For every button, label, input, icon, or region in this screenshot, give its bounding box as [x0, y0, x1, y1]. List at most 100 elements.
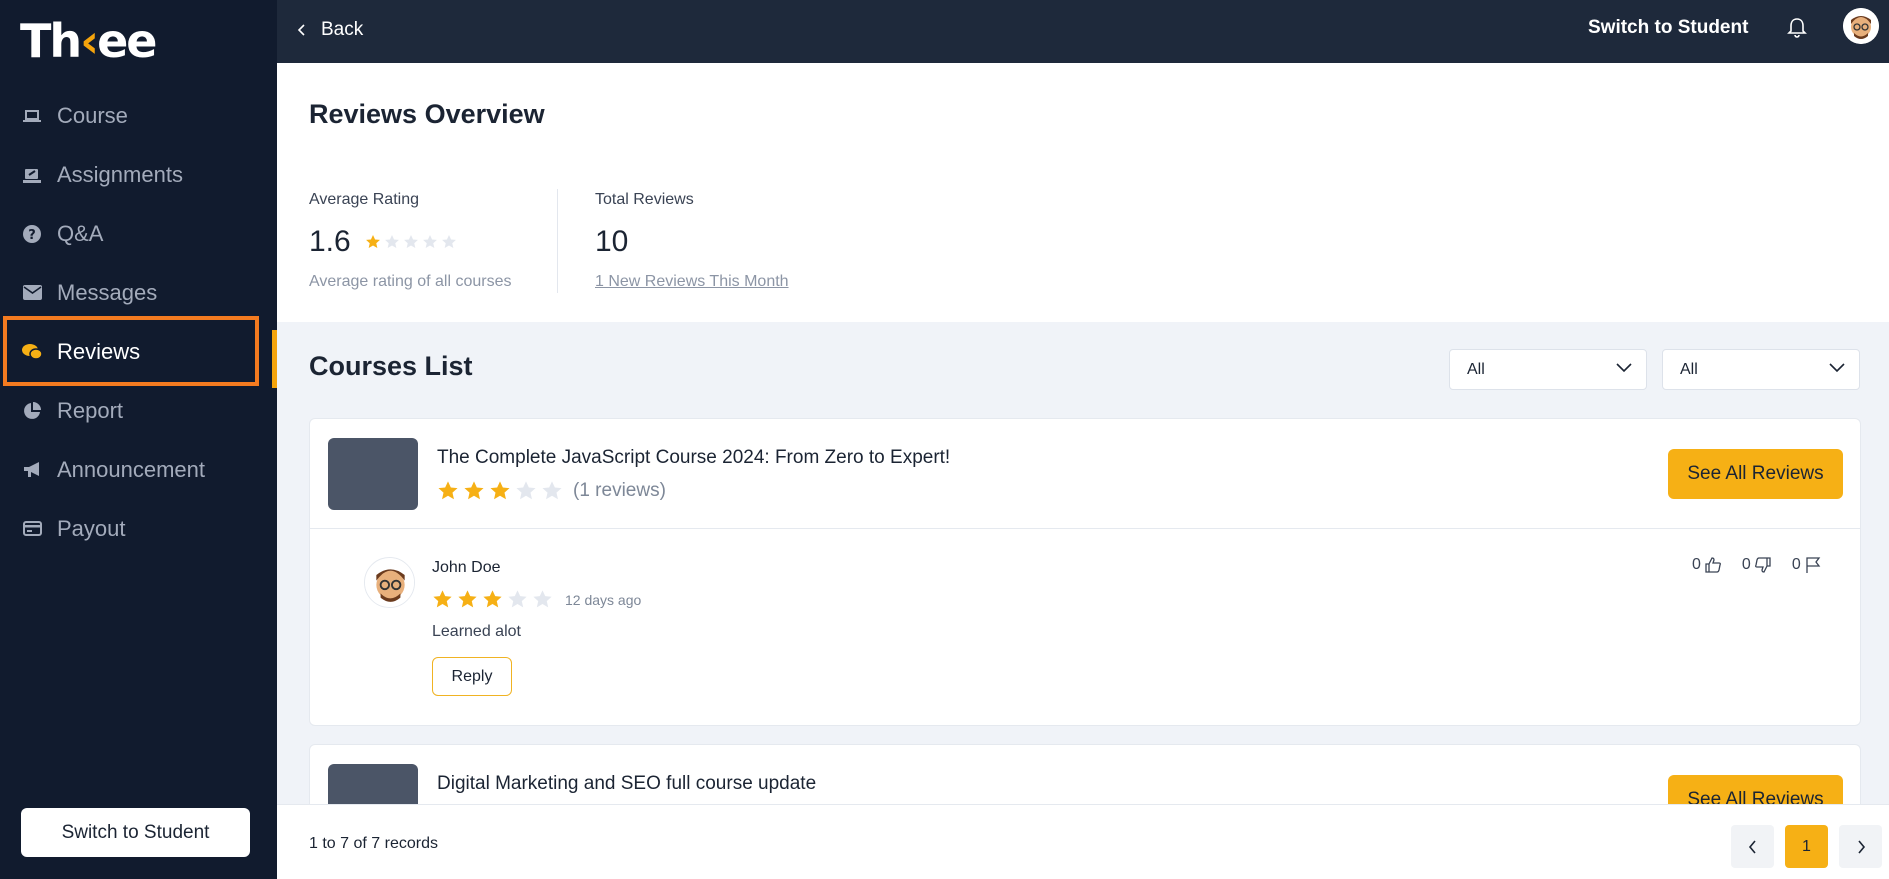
- star-filled-icon: [458, 590, 477, 608]
- sidebar-item-label: Assignments: [57, 161, 183, 187]
- star-empty-icon: [403, 235, 418, 248]
- review-text: Learned alot: [432, 623, 521, 640]
- sidebar-item-reviews[interactable]: Reviews: [0, 322, 277, 388]
- card-divider: [310, 528, 1860, 529]
- course-rating-stars: [437, 480, 563, 502]
- sidebar-item-label: Report: [57, 397, 124, 423]
- sidebar-item-label: Course: [57, 102, 128, 128]
- average-rating-value: 1.6: [309, 225, 351, 258]
- course-thumbnail[interactable]: [328, 438, 418, 510]
- page-title: Reviews Overview: [309, 99, 545, 129]
- star-filled-icon: [483, 590, 502, 608]
- sidebar-item-messages[interactable]: Messages: [0, 263, 277, 322]
- chat-icon: [22, 342, 42, 362]
- thumbs-up-icon: [1705, 557, 1721, 573]
- sidebar-item-assignments[interactable]: Assignments: [0, 145, 277, 204]
- assignment-icon: [22, 165, 42, 185]
- sidebar-item-payout[interactable]: Payout: [0, 499, 277, 558]
- star-filled-icon: [438, 481, 458, 500]
- sidebar-item-label: Messages: [57, 279, 158, 305]
- flag-count: 0: [1791, 556, 1801, 573]
- reviews-overview: Reviews Overview Average Rating 1.6 Aver…: [277, 63, 1889, 322]
- like-count: 0: [1692, 556, 1701, 573]
- average-rating-stat: Average Rating 1.6 Average rating of all…: [309, 191, 511, 291]
- chevron-right-icon: [1857, 839, 1865, 854]
- star-empty-icon: [533, 590, 552, 608]
- filter-select-2-value: All: [1680, 360, 1698, 378]
- sidebar-item-report[interactable]: Report: [0, 381, 277, 440]
- stat-divider: [557, 189, 558, 293]
- total-reviews-stat: Total Reviews 10 1 New Reviews This Mont…: [595, 191, 789, 291]
- logo-text-3: ee: [97, 14, 157, 68]
- sidebar-item-label: Q&A: [57, 220, 104, 246]
- bell-icon[interactable]: [1787, 17, 1807, 44]
- flag-icon: [1806, 557, 1821, 573]
- sidebar-nav: Course Assignments ? Q&A Messages Review…: [0, 86, 277, 558]
- review-actions: 0 0 0: [1692, 556, 1822, 574]
- pagination-footer: 1 to 7 of 7 records 1: [277, 804, 1889, 879]
- reply-button[interactable]: Reply: [432, 657, 512, 696]
- sidebar: Th ‹ ee Course Assignments ? Q&A Messages: [0, 0, 277, 879]
- star-empty-icon: [441, 235, 456, 248]
- total-reviews-label: Total Reviews: [595, 191, 694, 208]
- user-avatar[interactable]: [1843, 8, 1879, 44]
- sidebar-item-course[interactable]: Course: [0, 86, 277, 145]
- course-title[interactable]: The Complete JavaScript Course 2024: Fro…: [437, 447, 950, 469]
- course-card: The Complete JavaScript Course 2024: Fro…: [309, 418, 1861, 726]
- star-filled-icon: [464, 481, 484, 500]
- logo-text-2: ‹: [80, 14, 99, 68]
- sidebar-switch-to-student-button[interactable]: Switch to Student: [21, 808, 250, 857]
- new-reviews-link[interactable]: 1 New Reviews This Month: [595, 273, 789, 291]
- reviewer-name: John Doe: [432, 559, 501, 576]
- star-empty-icon: [516, 481, 536, 500]
- thumbs-down-icon: [1754, 557, 1771, 573]
- star-filled-icon: [365, 235, 380, 248]
- page-button-current[interactable]: 1: [1785, 825, 1828, 868]
- reviewer-avatar: [364, 557, 415, 608]
- average-rating-label: Average Rating: [309, 191, 419, 208]
- review-rating: 12 days ago: [432, 589, 641, 610]
- star-empty-icon: [384, 235, 399, 248]
- see-all-reviews-button[interactable]: See All Reviews: [1668, 449, 1843, 499]
- chevron-down-icon: [1829, 363, 1845, 373]
- back-button[interactable]: Back: [297, 0, 363, 60]
- flag-button[interactable]: 0: [1792, 556, 1822, 574]
- filter-select-2[interactable]: All: [1662, 349, 1860, 390]
- envelope-icon: [22, 283, 42, 303]
- chevron-left-icon: [1748, 839, 1756, 854]
- topbar-switch-to-student-link[interactable]: Switch to Student: [1588, 17, 1748, 39]
- sidebar-item-label: Reviews: [57, 338, 141, 364]
- course-title[interactable]: Digital Marketing and SEO full course up…: [437, 773, 816, 795]
- course-review-count: (1 reviews): [573, 480, 666, 501]
- total-reviews-value: 10: [595, 225, 629, 258]
- chevron-down-icon: [1616, 363, 1632, 373]
- star-empty-icon: [508, 590, 527, 608]
- pie-chart-icon: [22, 401, 42, 421]
- sidebar-item-label: Payout: [57, 515, 126, 541]
- credit-card-icon: [22, 519, 42, 539]
- back-label: Back: [321, 19, 364, 40]
- star-empty-icon: [542, 481, 562, 500]
- review-timestamp: 12 days ago: [565, 591, 642, 608]
- sidebar-item-qa[interactable]: ? Q&A: [0, 204, 277, 263]
- star-filled-icon: [490, 481, 510, 500]
- app-logo[interactable]: Th ‹ ee: [20, 14, 158, 68]
- average-rating-stars: [365, 234, 457, 250]
- dislike-count: 0: [1741, 556, 1751, 573]
- sidebar-item-announcement[interactable]: Announcement: [0, 440, 277, 499]
- prev-page-button[interactable]: [1731, 825, 1774, 868]
- chevron-left-icon: [297, 24, 305, 36]
- laptop-icon: [22, 106, 42, 126]
- next-page-button[interactable]: [1839, 825, 1882, 868]
- top-bar: Back Switch to Student: [277, 0, 1889, 63]
- question-icon: ?: [22, 224, 42, 244]
- logo-text-1: Th: [20, 14, 82, 68]
- sidebar-item-label: Announcement: [57, 456, 205, 482]
- megaphone-icon: [22, 460, 42, 480]
- dislike-button[interactable]: 0: [1742, 556, 1772, 574]
- like-button[interactable]: 0: [1692, 556, 1722, 574]
- star-empty-icon: [422, 235, 437, 248]
- filter-select-1[interactable]: All: [1449, 349, 1647, 390]
- review-rating-stars: [432, 589, 553, 610]
- star-filled-icon: [433, 590, 452, 608]
